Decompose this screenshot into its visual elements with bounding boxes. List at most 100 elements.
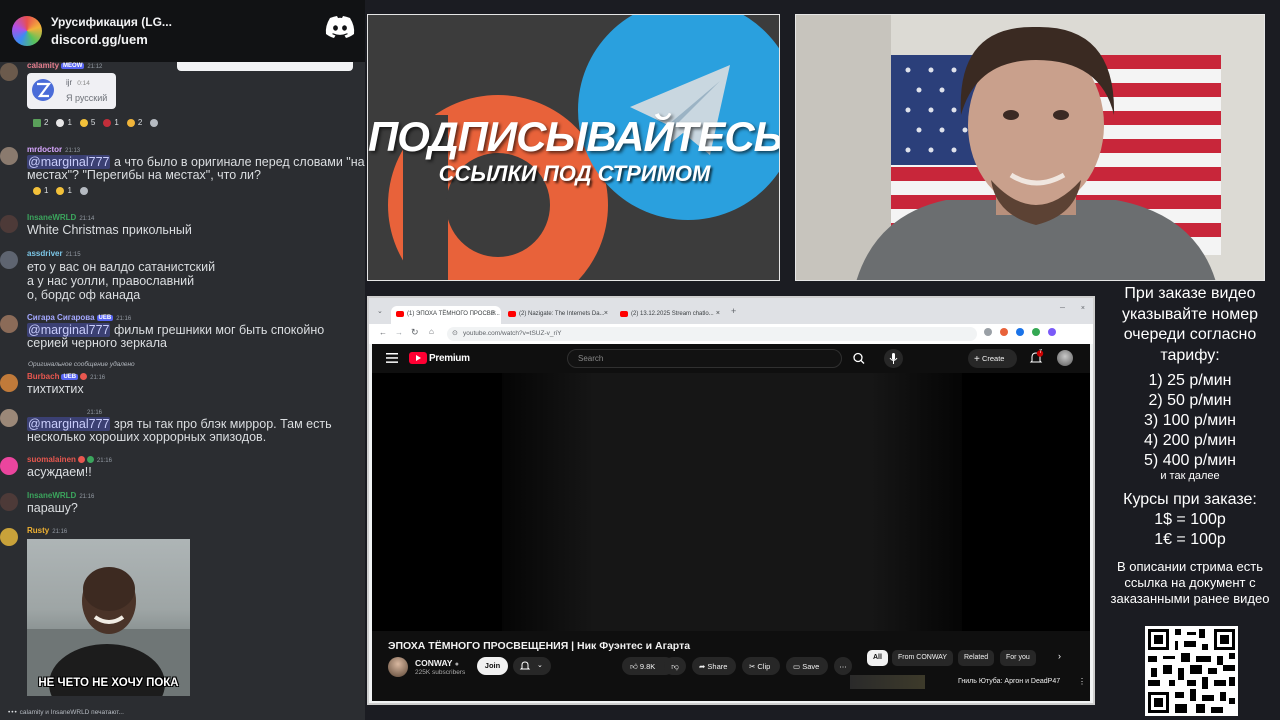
rate-item: 2) 50 р/мин bbox=[1148, 392, 1232, 409]
more-vertical-icon[interactable]: ⋮ bbox=[1078, 677, 1086, 686]
chevron-right-icon[interactable]: › bbox=[1058, 651, 1061, 661]
reaction[interactable]: 5 bbox=[77, 117, 98, 128]
add-reaction-button[interactable] bbox=[147, 117, 161, 128]
forward-icon[interactable]: → bbox=[395, 328, 403, 337]
channel-name[interactable]: CONWAY ● bbox=[415, 658, 459, 668]
order-heading: При заказе видео указывайте номер очеред… bbox=[1121, 285, 1259, 364]
window-close-icon[interactable]: × bbox=[1081, 305, 1085, 312]
meme-image[interactable]: НЕ ЧЕТО НЕ ХОЧУ ПОКА bbox=[27, 539, 190, 696]
channel-avatar[interactable] bbox=[388, 657, 408, 677]
account-avatar[interactable] bbox=[1057, 350, 1073, 366]
minimize-icon[interactable]: ─ bbox=[1060, 305, 1065, 312]
reply-preview[interactable]: Оригинальное сообщение удалено bbox=[28, 361, 135, 368]
username[interactable]: suomalainen 21:16 bbox=[27, 455, 112, 464]
plus-icon: + bbox=[974, 354, 980, 365]
avatar bbox=[0, 147, 18, 165]
message-embed[interactable]: ijr 0:14 Я русский bbox=[27, 73, 116, 109]
video-player[interactable] bbox=[372, 373, 1090, 631]
browser-tab-active[interactable]: (1) ЭПОХА ТЁМНОГО ПРОСВЕ... × bbox=[391, 306, 501, 324]
rates-more: и так далее bbox=[1160, 470, 1220, 482]
extension-icon[interactable] bbox=[984, 328, 992, 336]
extension-icon[interactable] bbox=[1000, 328, 1008, 336]
username[interactable]: 21:16 bbox=[27, 407, 102, 416]
username[interactable]: calamity MEOW 21:12 bbox=[27, 61, 102, 70]
tab-search-icon[interactable]: ⌄ bbox=[377, 307, 383, 315]
new-tab-icon[interactable]: + bbox=[731, 306, 736, 316]
join-button[interactable]: Join bbox=[477, 657, 508, 675]
typing-indicator: ••• calamity и InsaneWRLD печатают... bbox=[8, 709, 124, 716]
reaction[interactable]: 1 bbox=[53, 185, 74, 196]
close-tab-icon[interactable]: × bbox=[604, 310, 608, 317]
server-name: Урусификация (LG... bbox=[51, 15, 172, 29]
site-info-icon: ⊙ bbox=[452, 330, 458, 337]
search-icon[interactable] bbox=[842, 349, 877, 368]
user-mention[interactable]: @marginal777 bbox=[27, 323, 111, 337]
youtube-favicon-icon bbox=[508, 311, 516, 317]
close-tab-icon[interactable]: × bbox=[492, 310, 496, 317]
avatar bbox=[0, 528, 18, 546]
home-icon[interactable]: ⌂ bbox=[429, 327, 434, 336]
share-button[interactable]: ➦ Share bbox=[692, 657, 736, 675]
share-icon: ➦ bbox=[699, 662, 706, 671]
username[interactable]: InsaneWRLD 21:16 bbox=[27, 491, 94, 500]
add-reaction-button[interactable] bbox=[77, 185, 91, 196]
chip-all[interactable]: All bbox=[867, 650, 888, 666]
browser-tab-strip: ⌄ (1) ЭПОХА ТЁМНОГО ПРОСВЕ... × (2) Nazig… bbox=[369, 298, 1093, 324]
youtube-favicon-icon bbox=[396, 311, 404, 317]
username[interactable]: mrdoctor 21:13 bbox=[27, 145, 80, 154]
message-text: @marginal777 фильм грешники мог быть спо… bbox=[27, 323, 325, 350]
description-note: В описании стрима есть ссылка на докумен… bbox=[1110, 559, 1270, 606]
youtube-topbar: Premium Search + Create 7 bbox=[372, 344, 1090, 372]
extension-icon[interactable] bbox=[1032, 328, 1040, 336]
username[interactable]: InsaneWRLD 21:14 bbox=[27, 213, 94, 222]
recommended-video[interactable]: Гниль Ютуба: Аргон и DeadP47 ⋮ bbox=[850, 675, 1090, 689]
profile-icon[interactable] bbox=[1048, 328, 1056, 336]
timestamp: 21:16 bbox=[90, 375, 106, 381]
server-invite-link[interactable]: discord.gg/uem bbox=[51, 31, 172, 48]
thumbs-down-icon: 👎︎ bbox=[671, 662, 679, 671]
add-emoji-icon bbox=[79, 186, 88, 195]
reaction[interactable]: 1 bbox=[53, 117, 74, 128]
more-actions-button[interactable]: ⋯ bbox=[834, 657, 852, 675]
username[interactable]: assdriver 21:15 bbox=[27, 249, 81, 258]
chip-related[interactable]: Related bbox=[958, 650, 995, 666]
courses-title: Курсы при заказе: bbox=[1123, 491, 1257, 508]
server-header[interactable]: Урусификация (LG... discord.gg/uem bbox=[0, 0, 365, 62]
dislike-button[interactable]: 👎︎ bbox=[664, 657, 686, 675]
microphone-icon[interactable] bbox=[884, 349, 903, 368]
chip-from-channel[interactable]: From CONWAY bbox=[892, 650, 953, 666]
reaction[interactable]: 2 bbox=[124, 117, 145, 128]
menu-icon[interactable] bbox=[386, 353, 398, 363]
create-button[interactable]: + Create bbox=[968, 349, 1017, 368]
save-button[interactable]: ▭ Save bbox=[786, 657, 828, 675]
youtube-search-input[interactable]: Search bbox=[567, 349, 842, 368]
chip-for-you[interactable]: For you bbox=[1000, 650, 1036, 666]
back-icon[interactable]: ← bbox=[379, 328, 387, 337]
browser-tab[interactable]: (2) 13.12.2025 Stream chatlo... × bbox=[615, 306, 725, 324]
username[interactable]: Сигара Сигарова UEB 21:16 bbox=[27, 313, 131, 322]
links-subheadline: ССЫЛКИ ПОД СТРИМОМ bbox=[438, 161, 711, 186]
reaction[interactable]: 2 bbox=[30, 117, 51, 128]
clip-button[interactable]: ✂ Clip bbox=[742, 657, 780, 675]
message-text: асуждаем!! bbox=[27, 465, 92, 479]
message-text: ето у вас он валдо сатанистский а у нас … bbox=[27, 260, 216, 302]
close-tab-icon[interactable]: × bbox=[716, 310, 720, 317]
username[interactable]: Burbach UEB 21:16 bbox=[27, 372, 105, 381]
reaction-emoji-icon bbox=[79, 118, 88, 127]
reaction[interactable]: 1 bbox=[30, 185, 51, 196]
reaction-emoji-icon bbox=[126, 118, 135, 127]
browser-tab[interactable]: (2) Nazigate: The Internets Da... × bbox=[503, 306, 613, 324]
course-item: 1€ = 100р bbox=[1154, 531, 1226, 548]
subscribed-bell-button[interactable]: ⌄ bbox=[513, 657, 551, 675]
username[interactable]: Rusty 21:16 bbox=[27, 526, 67, 535]
url-field[interactable]: ⊙ youtube.com/watch?v=tSUZ-v_riY bbox=[447, 327, 977, 341]
user-mention[interactable]: @marginal777 bbox=[27, 417, 111, 431]
embed-time: 0:14 bbox=[77, 80, 90, 87]
extension-icon[interactable] bbox=[1016, 328, 1024, 336]
bell-icon bbox=[519, 661, 531, 670]
reload-icon[interactable]: ↻ bbox=[411, 327, 419, 338]
reaction[interactable]: 1 bbox=[100, 117, 121, 128]
user-mention[interactable]: @marginal777 bbox=[27, 155, 111, 169]
course-item: 1$ = 100р bbox=[1154, 511, 1226, 528]
youtube-premium-logo[interactable]: Premium bbox=[409, 351, 470, 365]
